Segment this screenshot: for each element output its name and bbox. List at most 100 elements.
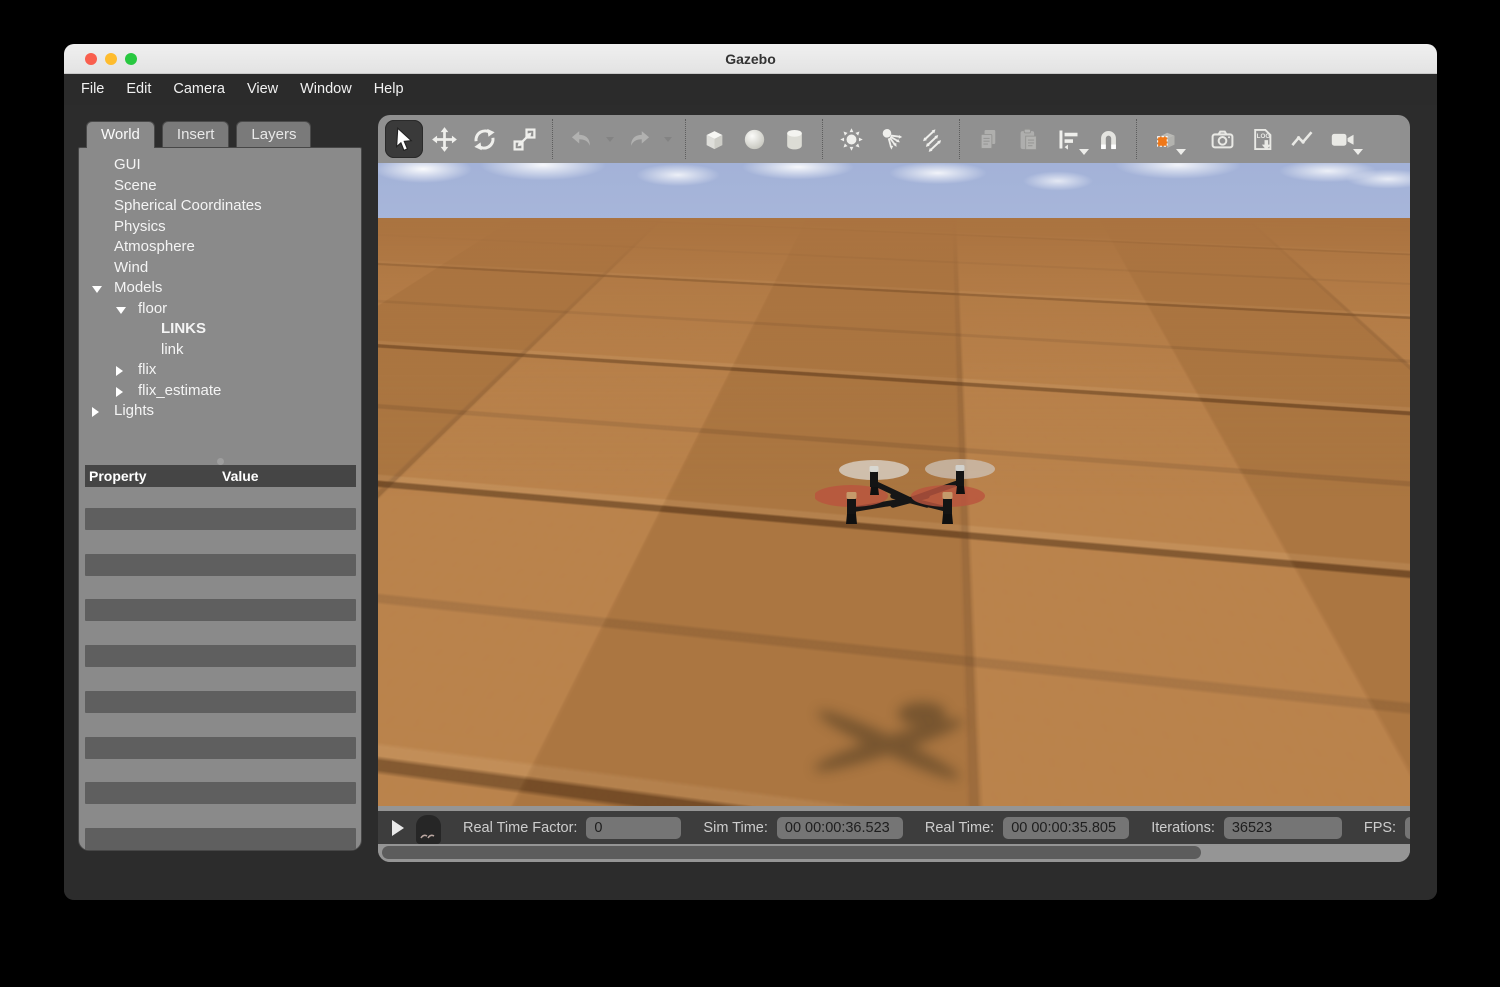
menu-help[interactable]: Help bbox=[363, 74, 415, 105]
toolbar-cylinder-button[interactable] bbox=[775, 119, 813, 159]
select-icon bbox=[391, 126, 418, 153]
property-row bbox=[85, 554, 356, 576]
status-real-time-factor-value[interactable]: 0 bbox=[586, 817, 681, 839]
collapse-arrow-icon[interactable] bbox=[116, 307, 126, 314]
tree-item-links[interactable]: LINKS bbox=[79, 319, 361, 340]
toolbar-paste-button[interactable] bbox=[1009, 119, 1047, 159]
left-panel: World InsertLayers GUI SceneSpherical Coor… bbox=[78, 121, 362, 852]
spot-light-icon bbox=[878, 126, 905, 153]
toolbar-record-video-button[interactable] bbox=[1323, 119, 1361, 159]
tree-item-label: Lights bbox=[114, 402, 154, 419]
tree-item-label: Atmosphere bbox=[114, 238, 195, 255]
3d-viewport[interactable] bbox=[378, 163, 1410, 806]
property-row bbox=[85, 737, 356, 759]
play-icon[interactable] bbox=[392, 820, 404, 836]
dropdown-arrow-icon bbox=[1353, 149, 1363, 155]
toolbar: LOG bbox=[378, 115, 1410, 163]
status-iterations: Iterations:36523 bbox=[1129, 817, 1342, 839]
menu-view[interactable]: View bbox=[236, 74, 289, 105]
toolbar-view-angle-button[interactable] bbox=[1146, 119, 1184, 159]
horizontal-scrollbar[interactable] bbox=[382, 846, 1406, 859]
scale-icon bbox=[511, 126, 538, 153]
translate-icon bbox=[431, 126, 458, 153]
tab-layers[interactable]: Layers bbox=[236, 121, 311, 148]
copy-icon bbox=[975, 126, 1002, 153]
dropdown-arrow-icon bbox=[664, 137, 672, 142]
status-iterations-value[interactable]: 36523 bbox=[1224, 817, 1342, 839]
toolbar-translate-button[interactable] bbox=[425, 119, 463, 159]
tree-item-label: GUI bbox=[114, 156, 141, 173]
status-fps-label: FPS: bbox=[1364, 820, 1396, 836]
render-panel: LOG bbox=[378, 115, 1410, 862]
tree-item-label: Models bbox=[114, 279, 162, 296]
toolbar-box-button[interactable] bbox=[695, 119, 733, 159]
tree-item-lights[interactable]: Lights bbox=[79, 401, 361, 422]
menu-bar: FileEditCameraViewWindowHelp bbox=[64, 74, 1437, 105]
toolbar-redo-button[interactable] bbox=[620, 119, 658, 159]
toolbar-directional-light-button[interactable] bbox=[912, 119, 950, 159]
tree-item-label: link bbox=[161, 341, 184, 358]
status-real-time-value[interactable]: 00 00:00:35.805 bbox=[1003, 817, 1129, 839]
toolbar-separator bbox=[959, 119, 960, 159]
property-row bbox=[85, 828, 356, 850]
toolbar-align-button[interactable] bbox=[1049, 119, 1087, 159]
status-real-time-factor: Real Time Factor: 0 bbox=[441, 817, 681, 839]
toolbar-screenshot-button[interactable] bbox=[1203, 119, 1241, 159]
toolbar-snap-button[interactable] bbox=[1089, 119, 1127, 159]
toolbar-rotate-button[interactable] bbox=[465, 119, 503, 159]
tree-item-scene[interactable]: Scene bbox=[79, 176, 361, 197]
property-row bbox=[85, 508, 356, 530]
scrollbar-thumb[interactable] bbox=[382, 846, 1201, 859]
toolbar-separator bbox=[685, 119, 686, 159]
tree-item-flix-estimate[interactable]: flix_estimate bbox=[79, 381, 361, 402]
status-bar: Real Time Factor: 0Sim Time:00 00:00:36.5… bbox=[378, 811, 1410, 844]
toolbar-undo-button[interactable] bbox=[562, 119, 600, 159]
status-fps-value[interactable]: 62 bbox=[1405, 817, 1410, 839]
tree-item-link[interactable]: link bbox=[79, 340, 361, 361]
toolbar-plot-button[interactable] bbox=[1283, 119, 1321, 159]
tree-item-atmosphere[interactable]: Atmosphere bbox=[79, 237, 361, 258]
tree-item-gui[interactable]: GUI bbox=[79, 155, 361, 176]
step-button[interactable] bbox=[416, 815, 441, 844]
menu-window[interactable]: Window bbox=[289, 74, 363, 105]
drone-model-flix[interactable] bbox=[815, 458, 1005, 538]
toolbar-undo-menu-button[interactable] bbox=[602, 119, 618, 159]
drone-shadow bbox=[796, 691, 981, 799]
toolbar-copy-button[interactable] bbox=[969, 119, 1007, 159]
property-row bbox=[85, 782, 356, 804]
toolbar-redo-menu-button[interactable] bbox=[660, 119, 676, 159]
toolbar-spot-light-button[interactable] bbox=[872, 119, 910, 159]
toolbar-select-button[interactable] bbox=[385, 120, 423, 158]
menu-camera[interactable]: Camera bbox=[162, 74, 236, 105]
sphere-icon bbox=[741, 126, 768, 153]
status-real-time: Real Time:00 00:00:35.805 bbox=[903, 817, 1129, 839]
status-real-time-factor-label: Real Time Factor: bbox=[463, 820, 577, 836]
splitter-handle[interactable] bbox=[217, 458, 224, 465]
screenshot-icon bbox=[1209, 126, 1236, 153]
tree-item-flix[interactable]: flix bbox=[79, 360, 361, 381]
tree-item-physics[interactable]: Physics bbox=[79, 217, 361, 238]
toolbar-data-logger-button[interactable]: LOG bbox=[1243, 119, 1281, 159]
toolbar-point-light-button[interactable] bbox=[832, 119, 870, 159]
tree-item-models[interactable]: Models bbox=[79, 278, 361, 299]
tree-item-wind[interactable]: Wind bbox=[79, 258, 361, 279]
toolbar-separator bbox=[552, 119, 553, 159]
titlebar[interactable]: Gazebo bbox=[64, 44, 1437, 74]
world-panel: GUI SceneSpherical CoordinatesPhysicsAtmo… bbox=[78, 147, 362, 851]
expand-arrow-icon[interactable] bbox=[116, 387, 123, 397]
tab-insert[interactable]: Insert bbox=[162, 121, 230, 148]
tab-world[interactable]: World bbox=[86, 121, 155, 148]
menu-edit[interactable]: Edit bbox=[115, 74, 162, 105]
tree-item-floor[interactable]: floor bbox=[79, 299, 361, 320]
box-icon bbox=[701, 126, 728, 153]
toolbar-sphere-button[interactable] bbox=[735, 119, 773, 159]
status-sim-time: Sim Time:00 00:00:36.523 bbox=[681, 817, 902, 839]
status-sim-time-value[interactable]: 00 00:00:36.523 bbox=[777, 817, 903, 839]
plot-icon bbox=[1289, 126, 1316, 153]
menu-file[interactable]: File bbox=[70, 74, 115, 105]
tree-item-spherical-coordinates[interactable]: Spherical Coordinates bbox=[79, 196, 361, 217]
expand-arrow-icon[interactable] bbox=[116, 366, 123, 376]
expand-arrow-icon[interactable] bbox=[92, 407, 99, 417]
toolbar-scale-button[interactable] bbox=[505, 119, 543, 159]
collapse-arrow-icon[interactable] bbox=[92, 286, 102, 293]
